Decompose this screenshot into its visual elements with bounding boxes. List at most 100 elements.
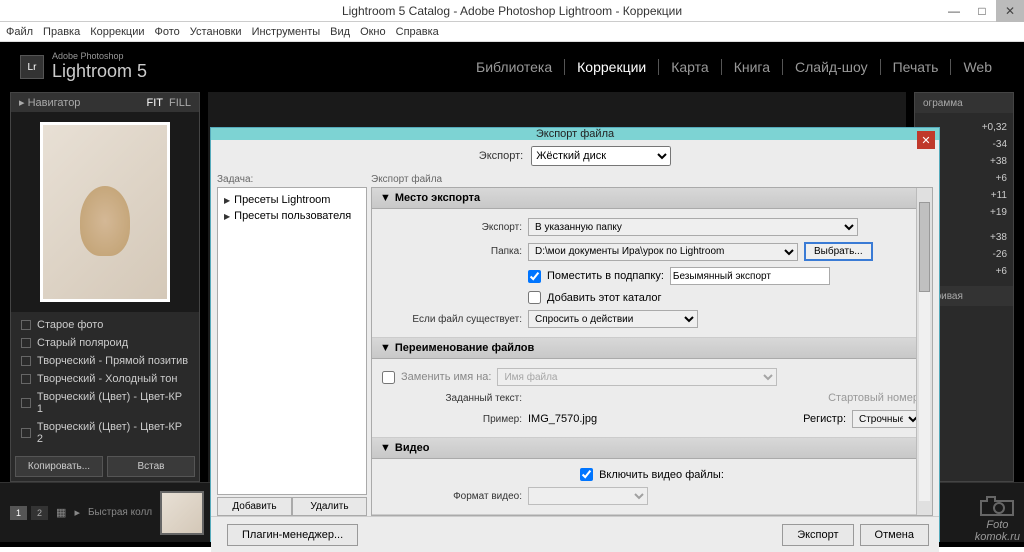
register-select[interactable]: Строчные (852, 410, 922, 428)
paste-button[interactable]: Встав (107, 456, 195, 477)
grid-icon[interactable]: ▦ (56, 506, 66, 519)
subfolder-checkbox[interactable] (528, 270, 541, 283)
preset-group-lr[interactable]: ▶Пресеты Lightroom (222, 192, 362, 208)
watermark: Foto komok.ru (975, 493, 1020, 543)
folder-label: Папка: (382, 246, 522, 257)
start-number-label: Стартовый номер: (828, 392, 922, 404)
preset-item[interactable]: Старое фото (11, 316, 199, 334)
window-controls: — □ ✕ (940, 0, 1024, 22)
subfolder-label: Поместить в подпапку: (547, 270, 664, 282)
settings-scroll: ▼Место экспорта Экспорт: В указанную пап… (371, 187, 933, 516)
minimize-button[interactable]: — (940, 0, 968, 22)
if-exists-select[interactable]: Спросить о действии (528, 310, 698, 328)
subfolder-input[interactable] (670, 267, 830, 285)
menu-photo[interactable]: Фото (155, 26, 180, 38)
add-catalog-checkbox[interactable] (528, 291, 541, 304)
lr-icon: Lr (20, 55, 44, 79)
rename-checkbox[interactable] (382, 371, 395, 384)
preset-item[interactable]: Старый поляроид (11, 334, 199, 352)
preset-group-user[interactable]: ▶Пресеты пользователя (222, 208, 362, 224)
if-exists-label: Если файл существует: (382, 314, 522, 325)
chevron-icon[interactable]: ▸ (74, 506, 80, 519)
tab-slideshow[interactable]: Слайд-шоу (782, 59, 880, 75)
filmstrip-label: Быстрая колл (88, 507, 152, 518)
settings-column: Экспорт файла ▼Место экспорта Экспорт: В… (371, 172, 933, 516)
close-button[interactable]: ✕ (996, 0, 1024, 22)
task-label: Задача: (217, 172, 367, 187)
export-to-select[interactable]: Жёсткий диск (531, 146, 671, 166)
section-location: ▼Место экспорта Экспорт: В указанную пап… (372, 188, 932, 338)
example-label: Пример: (382, 414, 522, 425)
export-to-label: Экспорт: (479, 150, 523, 162)
remove-preset-button[interactable]: Удалить (292, 497, 367, 516)
preset-item[interactable]: Творческий (Цвет) - Цвет-КР 2 (11, 418, 199, 448)
folder-path-select[interactable]: D:\мои документы Ира\урок по Lightroom (528, 243, 798, 261)
custom-text-label: Заданный текст: (382, 393, 522, 404)
include-video-checkbox[interactable] (580, 468, 593, 481)
menu-view[interactable]: Вид (330, 26, 350, 38)
export-file-label: Экспорт файла (371, 172, 933, 187)
section-video: ▼Видео Включить видео файлы: Формат виде… (372, 438, 932, 515)
export-destination-row: Экспорт: Жёсткий диск (211, 140, 939, 172)
chevron-down-icon: ▼ (380, 342, 391, 354)
menubar: Файл Правка Коррекции Фото Установки Инс… (0, 22, 1024, 42)
section-video-header[interactable]: ▼Видео (372, 438, 932, 459)
copy-button[interactable]: Копировать... (15, 456, 103, 477)
menu-help[interactable]: Справка (396, 26, 439, 38)
presets-column: Задача: ▶Пресеты Lightroom ▶Пресеты поль… (217, 172, 367, 516)
navigator-preview[interactable] (11, 112, 199, 312)
preset-item[interactable]: Творческий - Прямой позитив (11, 352, 199, 370)
maximize-button[interactable]: □ (968, 0, 996, 22)
scrollbar[interactable] (916, 188, 932, 515)
preset-item[interactable]: Творческий - Холодный тон (11, 370, 199, 388)
section-rename: ▼Переименование файлов Заменить имя на: … (372, 338, 932, 438)
dialog-title: Экспорт файла (536, 128, 614, 140)
add-preset-button[interactable]: Добавить (217, 497, 292, 516)
rename-label: Заменить имя на: (401, 371, 491, 383)
include-video-label: Включить видео файлы: (599, 469, 724, 481)
logo: Lr Adobe Photoshop Lightroom 5 (20, 52, 147, 82)
example-value: IMG_7570.jpg (528, 413, 597, 425)
fs-index-1[interactable]: 1 (10, 506, 27, 520)
tab-print[interactable]: Печать (880, 59, 951, 75)
export-button[interactable]: Экспорт (782, 524, 853, 546)
fs-index-2[interactable]: 2 (31, 506, 48, 520)
choose-folder-button[interactable]: Выбрать... (804, 242, 873, 261)
menu-tools[interactable]: Инструменты (252, 26, 321, 38)
tab-map[interactable]: Карта (658, 59, 720, 75)
copy-paste-row: Копировать... Встав (11, 452, 199, 481)
cancel-button[interactable]: Отмена (860, 524, 929, 546)
app-header: Lr Adobe Photoshop Lightroom 5 Библиотек… (0, 42, 1024, 92)
dialog-close-button[interactable]: ✕ (917, 131, 935, 149)
filmstrip-thumbnail[interactable] (160, 491, 204, 535)
menu-window[interactable]: Окно (360, 26, 386, 38)
fit-mode[interactable]: FIT (146, 97, 163, 109)
export-location-select[interactable]: В указанную папку (528, 218, 858, 236)
section-rename-header[interactable]: ▼Переименование файлов (372, 338, 932, 359)
tab-book[interactable]: Книга (721, 59, 782, 75)
module-picker: Библиотека Коррекции Карта Книга Слайд-ш… (464, 59, 1004, 75)
menu-develop[interactable]: Коррекции (90, 26, 144, 38)
fill-mode[interactable]: FILL (169, 97, 191, 109)
preset-item[interactable]: Творческий (Цвет) - Цвет-КР 1 (11, 388, 199, 418)
preview-image (40, 122, 170, 302)
add-catalog-label: Добавить этот каталог (547, 292, 662, 304)
chevron-down-icon: ▼ (380, 442, 391, 454)
menu-settings[interactable]: Установки (190, 26, 242, 38)
section-location-header[interactable]: ▼Место экспорта (372, 188, 932, 209)
navigator-header[interactable]: ▸ Навигатор FIT FILL (11, 93, 199, 112)
dialog-body: Экспорт: Жёсткий диск Задача: ▶Пресеты L… (211, 140, 939, 552)
register-label: Регистр: (803, 413, 846, 425)
tab-library[interactable]: Библиотека (464, 59, 564, 75)
dialog-main: Задача: ▶Пресеты Lightroom ▶Пресеты поль… (211, 172, 939, 516)
tab-web[interactable]: Web (950, 59, 1004, 75)
menu-file[interactable]: Файл (6, 26, 33, 38)
plugin-manager-button[interactable]: Плагин-менеджер... (227, 524, 358, 546)
app-body: Lr Adobe Photoshop Lightroom 5 Библиотек… (0, 42, 1024, 547)
menu-edit[interactable]: Правка (43, 26, 80, 38)
presets-tree[interactable]: ▶Пресеты Lightroom ▶Пресеты пользователя (217, 187, 367, 495)
tab-develop[interactable]: Коррекции (564, 59, 658, 75)
video-format-label: Формат видео: (382, 491, 522, 502)
rename-template-select: Имя файла (497, 368, 777, 386)
histogram-header[interactable]: ограмма (915, 93, 1013, 113)
